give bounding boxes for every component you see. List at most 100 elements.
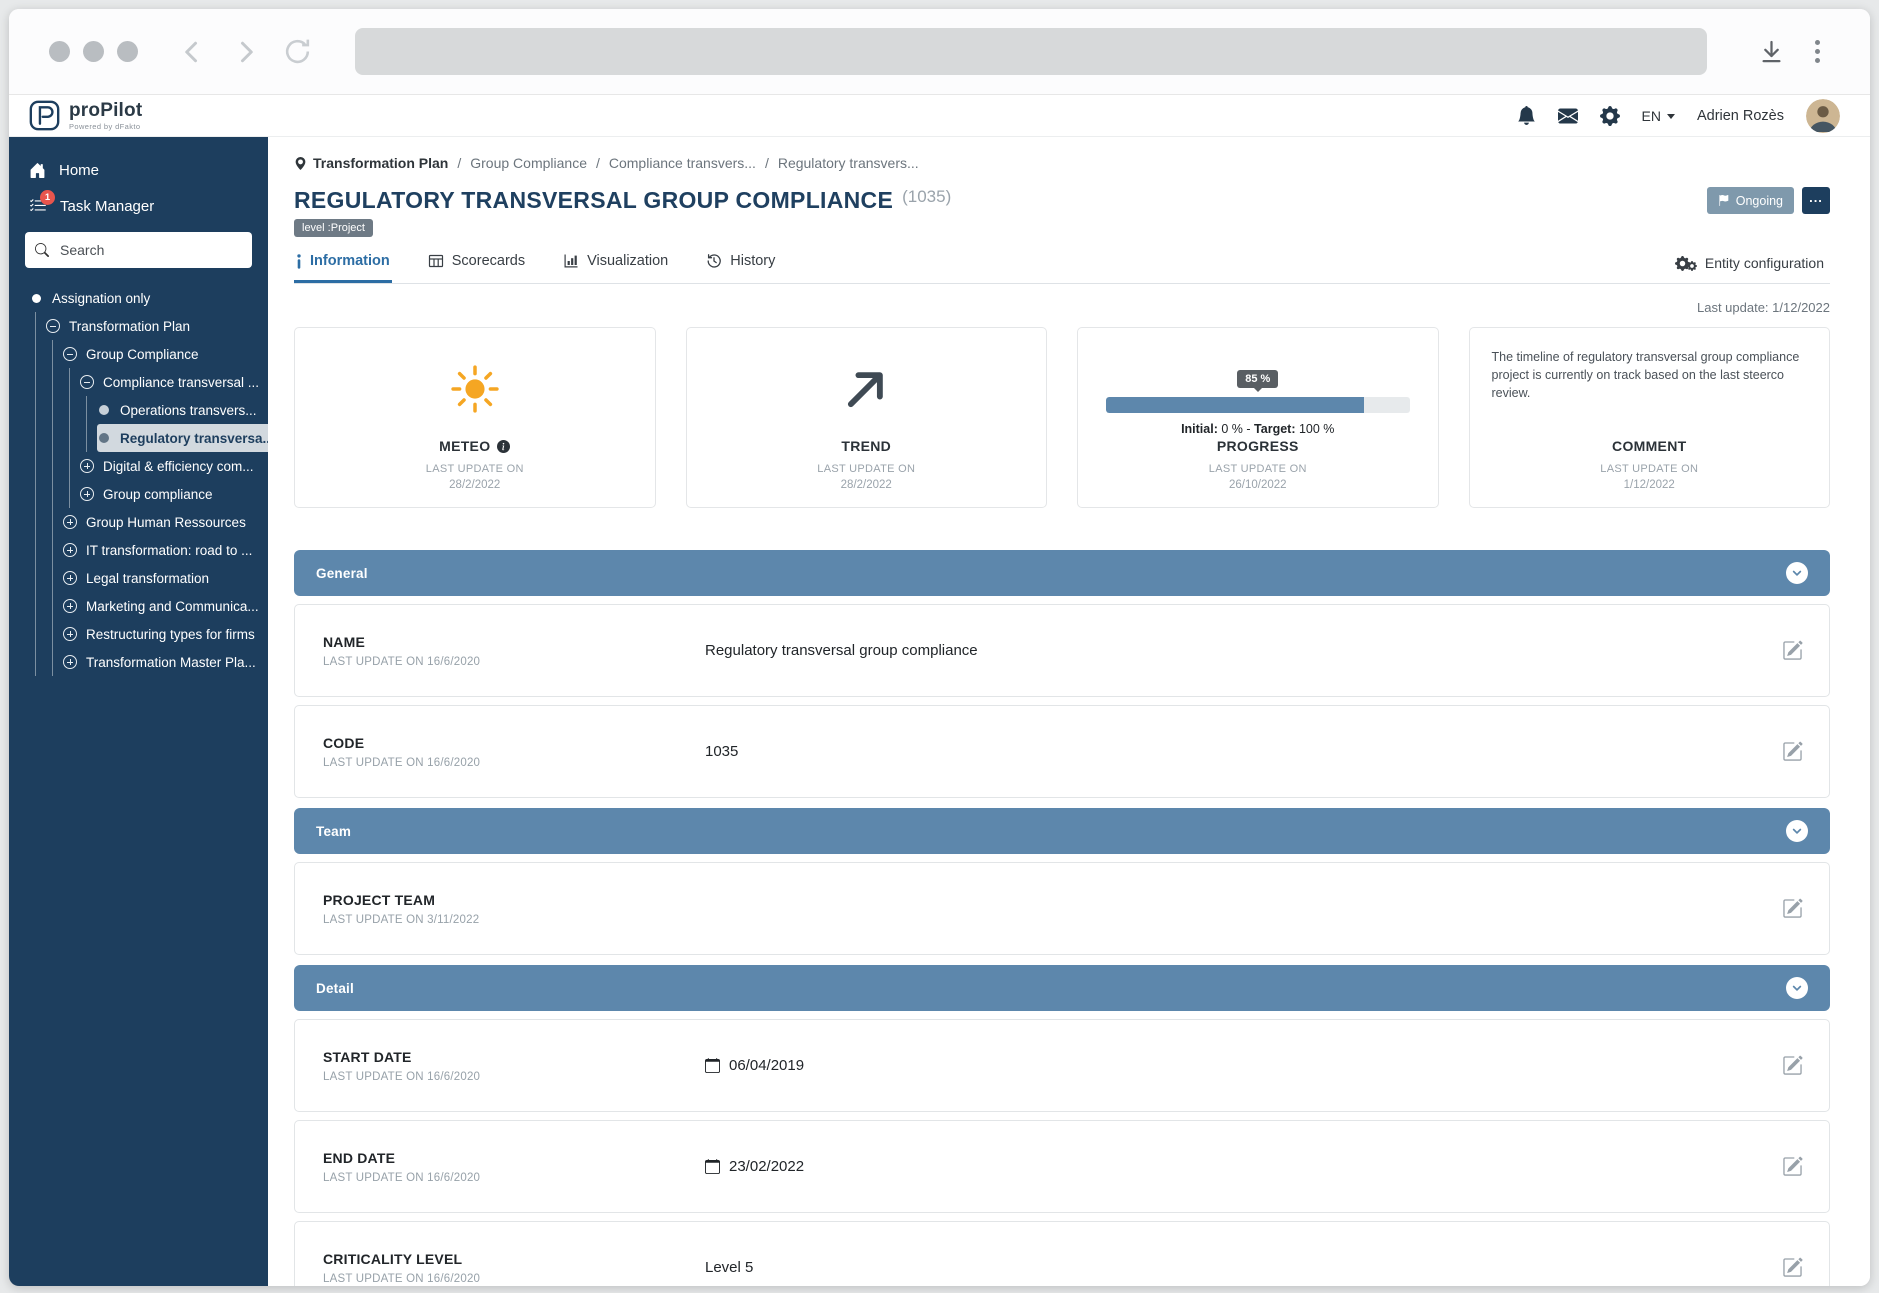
section-team-header[interactable]: Team [294,808,1830,854]
leaf-dot-icon [99,405,109,415]
summary-cards: METEO LAST UPDATE ON 28/2/2022 TREND [294,327,1830,508]
tree-item-legal-transformation[interactable]: Legal transformation [63,564,219,592]
tree-item-label: Group compliance [103,487,213,502]
settings-gear-icon[interactable] [1600,106,1620,126]
language-selector[interactable]: EN [1642,108,1675,124]
breadcrumb-item[interactable]: Regulatory transvers... [778,155,919,171]
breadcrumb-item[interactable]: Group Compliance [470,155,587,171]
card-title: TREND [841,438,891,454]
section-general-header[interactable]: General [294,550,1830,596]
search-icon [35,243,49,257]
tab-label: Visualization [587,253,668,269]
card-last-update-date: 28/2/2022 [449,479,500,491]
edit-button[interactable] [1782,898,1803,919]
card-last-update-date: 28/2/2022 [841,479,892,491]
field-row-end-date: END DATE LAST UPDATE ON 16/6/2020 23/02/… [294,1120,1830,1213]
tree-item-assignation-only[interactable]: Assignation only [29,284,160,312]
tab-visualization[interactable]: Visualization [561,243,670,283]
breadcrumb-item[interactable]: Compliance transvers... [609,155,756,171]
tree-item-label: Restructuring types for firms [86,627,255,642]
brand-name: proPilot [69,101,142,120]
progress-fill [1106,397,1364,413]
section-detail-header[interactable]: Detail [294,965,1830,1011]
card-last-update-label: LAST UPDATE ON [1600,463,1698,475]
tab-label: History [730,253,775,269]
tree-item-restructuring-types[interactable]: Restructuring types for firms [63,620,265,648]
tree-item-label: Transformation Master Pla... [86,655,256,670]
avatar[interactable] [1806,99,1840,133]
tree-item-transformation-master-plan[interactable]: Transformation Master Pla... [63,648,266,676]
progress-card: 85 % Initial: 0 % - Target: 100 % PROGRE… [1077,327,1439,508]
edit-button[interactable] [1782,640,1803,661]
tree-item-group-compliance-leaf[interactable]: Group compliance [80,480,223,508]
edit-button[interactable] [1782,1257,1803,1278]
messages-envelope-icon[interactable] [1558,106,1578,126]
tree-item-label: Operations transvers... [120,403,257,418]
notifications-bell-icon[interactable] [1517,106,1536,125]
refresh-icon[interactable] [282,36,313,67]
entity-code: (1035) [902,187,951,207]
window-minimize-button[interactable] [83,41,104,62]
initial-value: 0 % [1221,422,1243,436]
tree-item-operations-transversal[interactable]: Operations transvers... [97,396,267,424]
breadcrumb-root[interactable]: Transformation Plan [294,155,448,171]
back-icon[interactable] [178,37,208,67]
tree-item-label: Marketing and Communica... [86,599,259,614]
breadcrumb-separator: / [457,155,461,171]
edit-button[interactable] [1782,1055,1803,1076]
tree-item-group-human-ressources[interactable]: Group Human Ressources [63,508,256,536]
download-icon[interactable] [1758,38,1785,65]
browser-chrome [9,9,1870,95]
chevron-down-icon [1786,977,1808,999]
breadcrumb-label: Transformation Plan [313,155,448,171]
expand-plus-icon [63,515,77,529]
sun-icon [447,361,503,417]
field-value: Regulatory transversal group compliance [705,642,1762,659]
sidebar: Home 1 Task Manager Assignation only [9,137,268,1286]
tree-item-digital-efficiency[interactable]: Digital & efficiency com... [80,452,264,480]
tabs: Information Scorecards Visualization [294,243,1830,284]
card-last-update-date: 1/12/2022 [1624,479,1675,491]
location-pin-icon [294,157,307,170]
search-input[interactable] [58,241,242,259]
tree-item-group-compliance[interactable]: Group Compliance [63,340,209,368]
edit-button[interactable] [1782,741,1803,762]
tree-item-compliance-transversal[interactable]: Compliance transversal ... [80,368,268,396]
browser-menu-icon[interactable] [1815,40,1820,63]
caret-down-icon [1667,114,1675,119]
tree-item-marketing-communication[interactable]: Marketing and Communica... [63,592,268,620]
field-last-update: LAST UPDATE ON 3/11/2022 [323,914,705,926]
tree-item-transformation-plan[interactable]: Transformation Plan [46,312,200,340]
target-label: Target: [1254,422,1295,436]
entity-configuration-button[interactable]: Entity configuration [1669,254,1830,283]
expand-plus-icon [80,459,94,473]
app-header: proPilot Powered by dFakto EN Adrien Roz… [9,95,1870,137]
tree-item-it-transformation[interactable]: IT transformation: road to ... [63,536,262,564]
home-icon [29,162,46,179]
collapse-minus-icon [63,347,77,361]
sidebar-item-task-manager[interactable]: 1 Task Manager [9,188,268,224]
tree-item-label: Regulatory transversa... [120,431,268,446]
tab-information[interactable]: Information [294,243,392,283]
header-actions: EN Adrien Rozès [1517,99,1841,133]
info-circle-icon[interactable] [497,440,510,453]
tree-group: Group Compliance Compliance transversal … [52,340,268,676]
field-label: CODE [323,735,705,751]
status-ongoing-button[interactable]: Ongoing [1707,187,1794,214]
window-close-button[interactable] [49,41,70,62]
progress-tooltip: 85 % [1237,370,1278,388]
address-bar[interactable] [355,28,1707,75]
sidebar-item-home[interactable]: Home [9,153,268,188]
tab-label: Scorecards [452,253,525,269]
expand-plus-icon [63,571,77,585]
tree-item-label: Compliance transversal ... [103,375,259,390]
tab-history[interactable]: History [704,243,777,283]
tab-scorecards[interactable]: Scorecards [426,243,527,283]
tree-item-regulatory-transversal-selected[interactable]: Regulatory transversa... [97,424,268,452]
edit-button[interactable] [1782,1156,1803,1177]
forward-icon[interactable] [230,37,260,67]
history-clock-icon [706,253,722,269]
more-actions-button[interactable]: ... [1802,187,1830,214]
window-zoom-button[interactable] [117,41,138,62]
field-last-update: LAST UPDATE ON 16/6/2020 [323,1273,705,1285]
